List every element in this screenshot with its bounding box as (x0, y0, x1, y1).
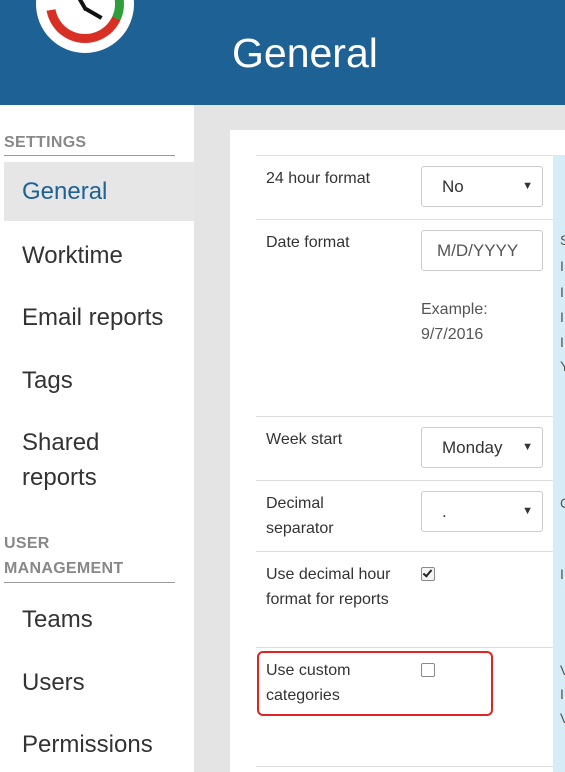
sidebar-item-email-reports[interactable]: Email reports (4, 300, 194, 335)
clock-logo-icon (36, 0, 134, 53)
user-management-section-label: USER MANAGEMENT (4, 535, 124, 577)
date-format-input[interactable] (421, 230, 543, 271)
help-text-fragment: V (560, 662, 565, 678)
highlight-annotation (257, 651, 493, 716)
week-start-label: Week start (266, 431, 343, 448)
help-text-fragment: I (560, 686, 564, 702)
hour-format-value: No (442, 177, 464, 196)
help-text-fragment: C (560, 495, 565, 511)
chevron-down-icon: ▼ (522, 441, 533, 453)
help-text-fragment: V (560, 710, 565, 726)
help-text-fragment: I (560, 334, 564, 350)
decimal-hours-label: Use decimal hour format for reports (266, 566, 391, 608)
sidebar-item-users[interactable]: Users (4, 665, 194, 700)
help-text-fragment: I (560, 566, 564, 582)
decimal-separator-value: . (442, 502, 447, 521)
row-divider (256, 480, 553, 481)
row-divider (256, 647, 553, 648)
hour-format-select[interactable]: No ▼ (421, 166, 543, 207)
page-title: General (232, 30, 378, 76)
row-divider (256, 219, 553, 220)
settings-section-label: SETTINGS (4, 134, 87, 151)
help-text-fragment: I (560, 258, 564, 274)
help-text-fragment: S (560, 232, 565, 248)
date-format-label: Date format (266, 234, 350, 251)
settings-section-divider (4, 155, 175, 156)
week-start-select[interactable]: Monday ▼ (421, 427, 543, 468)
sidebar-item-shared-reports[interactable]: Shared reports (4, 425, 174, 495)
row-divider (256, 416, 553, 417)
help-text-fragment: I (560, 309, 564, 325)
chevron-down-icon: ▼ (522, 180, 533, 192)
user-management-section-divider (4, 582, 175, 583)
sidebar-item-teams[interactable]: Teams (4, 602, 194, 637)
week-start-value: Monday (442, 438, 503, 457)
date-format-example: Example: 9/7/2016 (421, 297, 488, 347)
example-label: Example: (421, 301, 488, 318)
sidebar-item-general[interactable]: General (4, 162, 194, 221)
app-header: General (0, 0, 565, 105)
help-text-fragment: Y (560, 358, 565, 374)
decimal-separator-label: Decimal separator (266, 495, 334, 537)
decimal-separator-select[interactable]: . ▼ (421, 491, 543, 532)
decimal-hours-checkbox[interactable] (421, 567, 435, 581)
row-divider (256, 766, 553, 767)
sidebar-item-worktime[interactable]: Worktime (4, 238, 194, 273)
hour-format-label: 24 hour format (266, 170, 371, 187)
example-value: 9/7/2016 (421, 326, 484, 343)
sidebar-item-permissions[interactable]: Permissions (4, 727, 194, 762)
help-text-fragment: I (560, 284, 564, 300)
chevron-down-icon: ▼ (522, 505, 533, 517)
sidebar-item-tags[interactable]: Tags (4, 363, 194, 398)
checkmark-icon (422, 567, 433, 578)
row-divider (256, 551, 553, 552)
row-divider (256, 155, 553, 156)
